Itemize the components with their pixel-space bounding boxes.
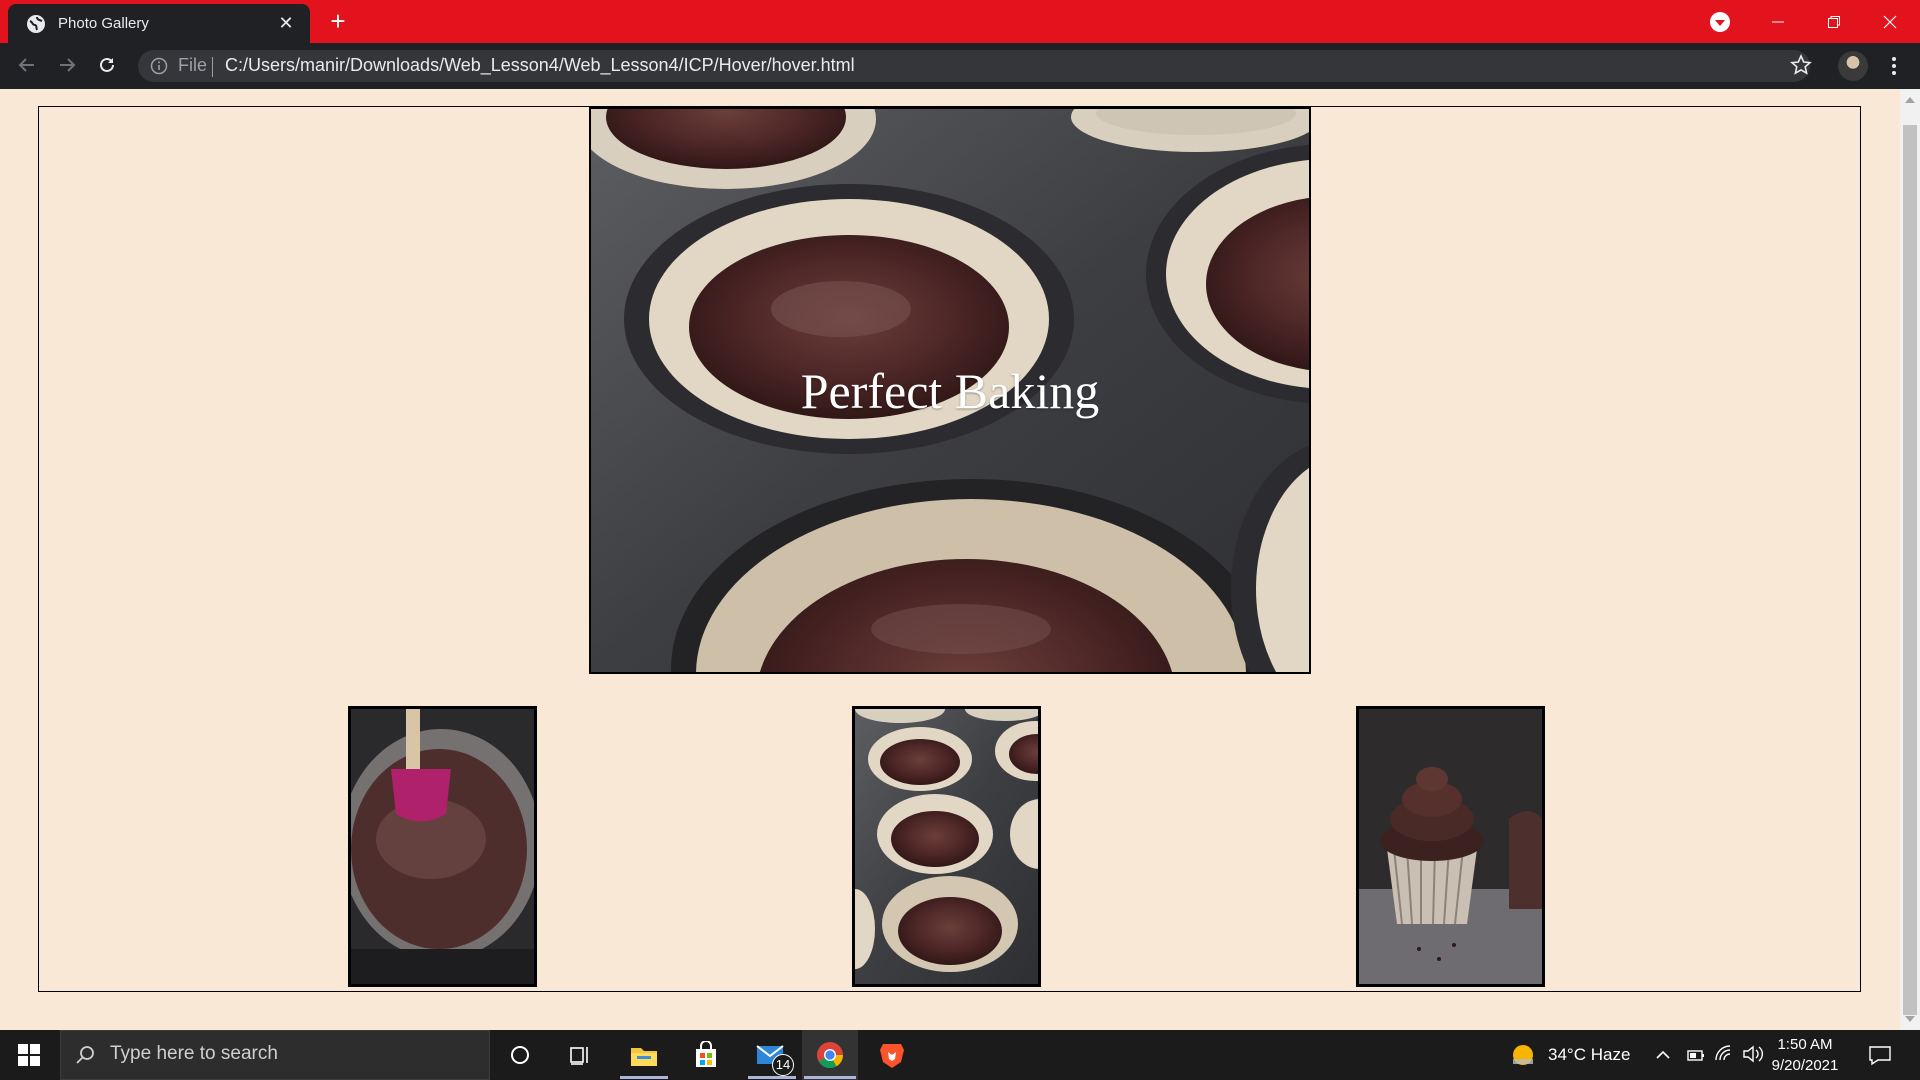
scheme-label: File [178,55,208,75]
minimize-icon [1772,21,1784,22]
notification-center-icon[interactable] [1868,1044,1892,1066]
chevron-up-icon[interactable] [1655,1048,1671,1062]
url-text[interactable]: C:/Users/manir/Downloads/Web_Lesson4/Web… [225,55,855,76]
system-clock[interactable]: 1:50 AM 9/20/2021 [1768,1034,1842,1076]
mail-badge: 14 [772,1054,794,1076]
brave-button[interactable] [866,1030,918,1080]
thumbnail-frosted-cupcake[interactable] [1356,706,1545,987]
task-view-icon [570,1047,588,1065]
clock-date: 9/20/2021 [1771,1057,1839,1074]
thumbnail-cupcake-pan[interactable] [852,706,1041,987]
forward-button[interactable] [53,51,81,79]
frosted-cupcake-photo [1359,709,1542,984]
arrow-right-icon [60,58,76,72]
bookmark-star-icon[interactable] [1790,54,1812,76]
reload-button[interactable] [93,51,121,79]
store-button[interactable] [680,1030,732,1080]
cortana-button[interactable] [494,1030,546,1080]
folder-icon [631,1048,657,1066]
chrome-button[interactable] [802,1030,858,1080]
globe-icon [27,14,45,33]
cortana-icon [511,1046,529,1064]
restore-button[interactable] [1806,0,1862,43]
main-photo[interactable]: Perfect Baking [589,107,1311,674]
mail-active-indicator [748,1076,796,1079]
thumbnail-batter-bowl[interactable] [348,706,537,987]
arrow-left-icon [18,58,34,72]
cupcake-pan-thumb-photo [855,709,1038,984]
batter-bowl-photo [351,709,534,984]
close-tab-icon[interactable]: ✕ [276,13,296,34]
reload-icon [100,57,114,72]
file-explorer-button[interactable] [618,1030,670,1080]
info-icon[interactable] [150,57,168,75]
search-placeholder: Type here to search [110,1043,278,1064]
start-button[interactable] [0,1030,58,1080]
address-divider [212,57,213,77]
battery-icon[interactable] [1684,1046,1706,1064]
new-tab-button[interactable]: + [324,8,352,36]
more-options-icon[interactable] [1884,54,1904,78]
profile-avatar[interactable] [1838,51,1868,81]
scrollbar-thumb[interactable] [1903,125,1917,1015]
store-bag-icon [696,1041,716,1067]
close-icon [1883,15,1897,28]
wifi-icon[interactable] [1714,1044,1734,1064]
tab-title: Photo Gallery [58,15,149,32]
weather-sun-icon[interactable] [1510,1042,1536,1068]
windows-logo-icon [18,1044,40,1066]
explorer-active-indicator [620,1076,668,1079]
scroll-up-icon[interactable] [1904,95,1916,105]
restore-icon [1828,15,1840,28]
search-icon [76,1046,94,1064]
close-window-button[interactable] [1862,0,1918,43]
main-photo-caption: Perfect Baking [800,362,1100,419]
back-button[interactable] [13,51,41,79]
volume-icon[interactable] [1742,1044,1764,1064]
chrome-active-indicator [804,1076,856,1079]
minimize-button[interactable] [1750,0,1806,43]
scroll-down-icon[interactable] [1904,1014,1916,1024]
task-view-button[interactable] [554,1030,606,1080]
chrome-icon [817,1042,844,1069]
brave-lion-icon [880,1044,904,1068]
clock-time: 1:50 AM [1777,1036,1833,1053]
weather-text[interactable]: 34°C Haze [1548,1045,1630,1065]
browser-tab[interactable]: Photo Gallery ✕ [8,4,310,43]
media-download-icon[interactable] [1708,10,1732,34]
